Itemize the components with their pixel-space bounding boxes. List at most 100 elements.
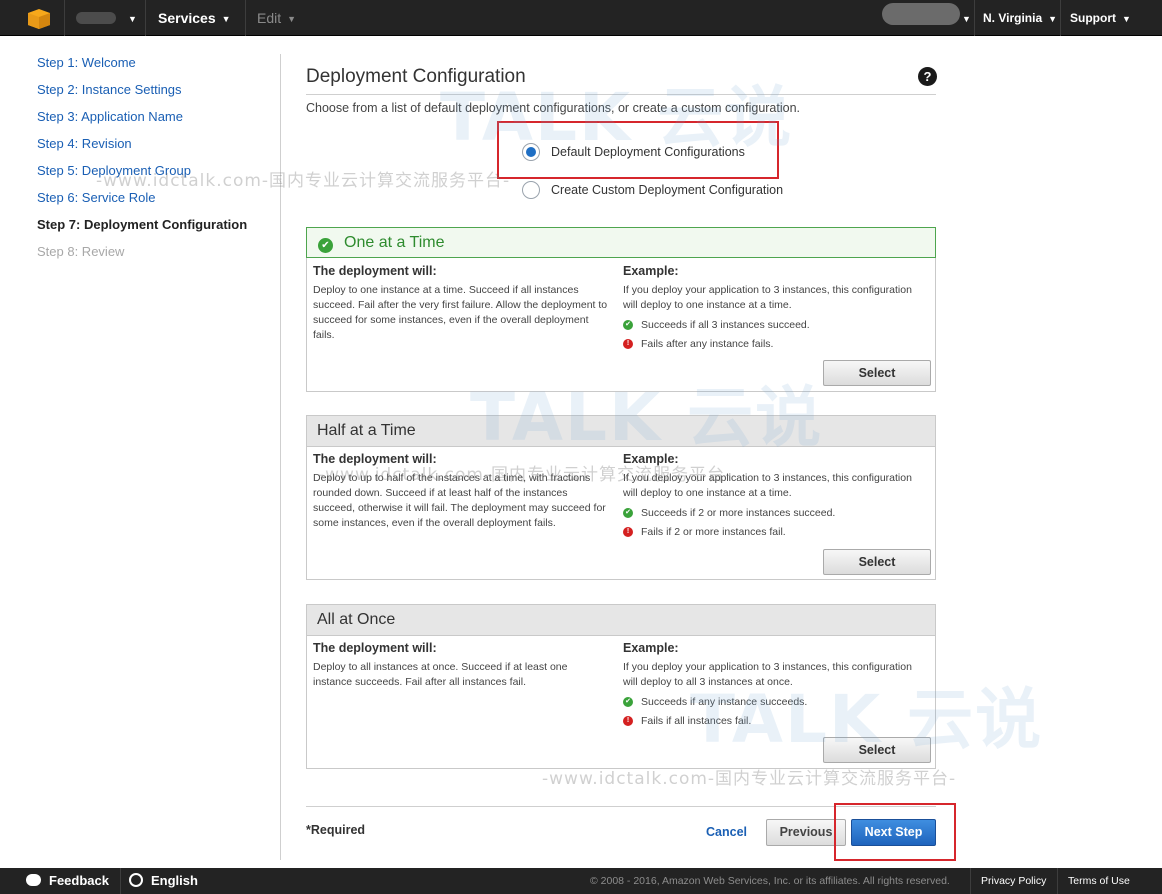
speech-bubble-icon [26,874,41,886]
feedback-button[interactable]: Feedback [26,868,109,894]
config-card-all-at-once: All at Once The deployment will: Deploy … [306,604,936,769]
wizard-steps-sidebar: Step 1: Welcome Step 2: Instance Setting… [37,52,277,268]
failure-text: Fails if all instances fail. [641,714,752,727]
exclamation-circle-icon: ! [623,338,633,349]
sidebar-divider [280,54,281,860]
check-circle-icon: ✔ [318,238,333,253]
deployment-description: The deployment will: Deploy to one insta… [313,264,609,343]
example-text: If you deploy your application to 3 inst… [623,661,912,688]
success-condition: ✔ Succeeds if all 3 instances succeed. [623,315,923,334]
separator [145,0,146,36]
example-heading: Example: [623,641,679,655]
region-label: N. Virginia [983,11,1043,25]
failure-condition: ! Fails after any instance fails. [623,334,923,353]
description-heading: The deployment will: [313,452,437,466]
deployment-description: The deployment will: Deploy to up to hal… [313,452,609,531]
card-title: Half at a Time [317,422,416,439]
success-condition: ✔ Succeeds if any instance succeeds. [623,692,923,711]
custom-config-label: Create Custom Deployment Configuration [551,183,784,197]
account-name-redacted[interactable] [76,12,116,24]
help-icon[interactable]: ? [918,67,937,86]
step-review: Step 8: Review [37,244,125,259]
description-heading: The deployment will: [313,264,437,278]
success-text: Succeeds if all 3 instances succeed. [641,318,810,331]
step-application-name[interactable]: Step 3: Application Name [37,106,277,133]
example-heading: Example: [623,452,679,466]
page-title: Deployment Configuration [306,66,526,87]
example-section: Example: If you deploy your application … [623,641,923,730]
card-title-bar: All at Once [307,605,935,636]
title-divider [306,94,936,95]
services-label: Services [158,10,216,26]
card-title: One at a Time [344,234,445,251]
highlight-box-next-step [834,803,956,861]
separator [64,0,65,36]
aws-cube-logo-icon[interactable] [28,9,50,29]
success-text: Succeeds if any instance succeeds. [641,695,808,708]
check-circle-icon: ✔ [623,696,633,707]
separator [970,868,971,894]
user-chevron-down-icon[interactable]: ▼ [956,0,971,36]
select-button-all-at-once[interactable]: Select [823,737,931,763]
card-title-bar: Half at a Time [307,416,935,447]
config-card-one-at-a-time: ✔ One at a Time The deployment will: Depl… [306,227,936,392]
check-circle-icon: ✔ [623,507,633,518]
account-chevron-down-icon[interactable]: ▼ [122,0,137,36]
custom-config-radio[interactable] [522,181,540,199]
failure-condition: ! Fails if all instances fail. [623,711,923,730]
chevron-down-icon: ▼ [1048,13,1058,24]
select-button-one-at-a-time[interactable]: Select [823,360,931,386]
separator [120,868,121,894]
footer-bar: Feedback English © 2008 - 2016, Amazon W… [0,868,1162,894]
step-welcome[interactable]: Step 1: Welcome [37,52,277,79]
example-section: Example: If you deploy your application … [623,452,923,541]
privacy-policy-link[interactable]: Privacy Policy [981,868,1046,894]
terms-of-use-link[interactable]: Terms of Use [1068,868,1130,894]
exclamation-circle-icon: ! [623,526,633,537]
example-text: If you deploy your application to 3 inst… [623,472,912,499]
edit-label: Edit [257,10,282,26]
exclamation-circle-icon: ! [623,715,633,726]
chevron-down-icon: ▼ [1122,13,1131,24]
check-circle-icon: ✔ [623,319,633,330]
step-deployment-configuration: Step 7: Deployment Configuration [37,217,248,232]
chevron-down-icon: ▼ [221,14,231,25]
description-text: Deploy to one instance at a time. Succee… [313,284,608,341]
example-section: Example: If you deploy your application … [623,264,923,353]
select-button-half-at-a-time[interactable]: Select [823,549,931,575]
deployment-description: The deployment will: Deploy to all insta… [313,641,609,690]
feedback-label: Feedback [49,873,109,888]
failure-text: Fails after any instance fails. [641,337,774,350]
step-revision[interactable]: Step 4: Revision [37,133,277,160]
cancel-link[interactable]: Cancel [706,825,747,839]
region-menu[interactable]: N. Virginia ▼ [983,0,1057,36]
copyright-text: © 2008 - 2016, Amazon Web Services, Inc.… [590,875,950,887]
support-menu[interactable]: Support ▼ [1070,0,1131,36]
config-card-half-at-a-time: Half at a Time The deployment will: Depl… [306,415,936,580]
globe-icon [129,873,143,887]
language-label: English [151,873,198,888]
required-note: *Required [306,823,366,837]
language-selector[interactable]: English [129,868,198,894]
success-condition: ✔ Succeeds if 2 or more instances succeed… [623,503,923,522]
step-service-role[interactable]: Step 6: Service Role [37,187,277,214]
user-name-redacted[interactable] [882,3,960,25]
intro-text: Choose from a list of default deployment… [306,101,801,115]
separator [974,0,975,36]
separator [1057,868,1058,894]
custom-config-option[interactable]: Create Custom Deployment Configuration [522,180,783,200]
edit-menu[interactable]: Edit ▼ [257,0,296,36]
card-title: All at Once [317,611,396,628]
example-text: If you deploy your application to 3 inst… [623,284,912,311]
description-heading: The deployment will: [313,641,437,655]
separator [1060,0,1061,36]
highlight-box-default-config [497,121,779,179]
services-menu[interactable]: Services ▼ [158,0,231,36]
step-instance-settings[interactable]: Step 2: Instance Settings [37,79,277,106]
description-text: Deploy to all instances at once. Succeed… [313,661,568,688]
success-text: Succeeds if 2 or more instances succeed. [641,506,836,519]
top-navigation-bar: ▼ Services ▼ Edit ▼ ▼ N. Virginia ▼ Support… [0,0,1162,36]
step-deployment-group[interactable]: Step 5: Deployment Group [37,160,277,187]
failure-text: Fails if 2 or more instances fail. [641,525,786,538]
chevron-down-icon: ▼ [287,14,297,25]
